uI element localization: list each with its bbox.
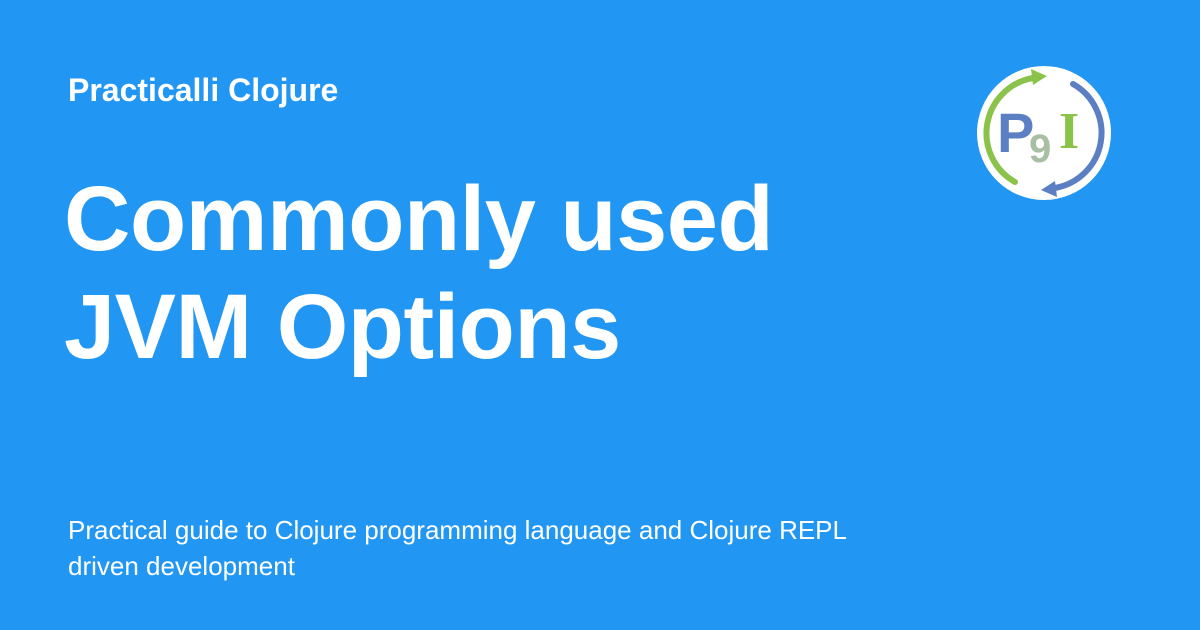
page-title-line-2: JVM Options [64,276,621,378]
practicalli-logo-icon: P 9 I [975,64,1113,202]
page-description: Practical guide to Clojure programming l… [68,515,847,581]
page-title-line-1: Commonly used [64,168,774,270]
logo-letter-i: I [1059,103,1079,160]
site-name: Practicalli Clojure [68,72,339,108]
page-title: Commonly used JVM Options [64,165,924,381]
logo-letter-9: 9 [1029,127,1051,171]
